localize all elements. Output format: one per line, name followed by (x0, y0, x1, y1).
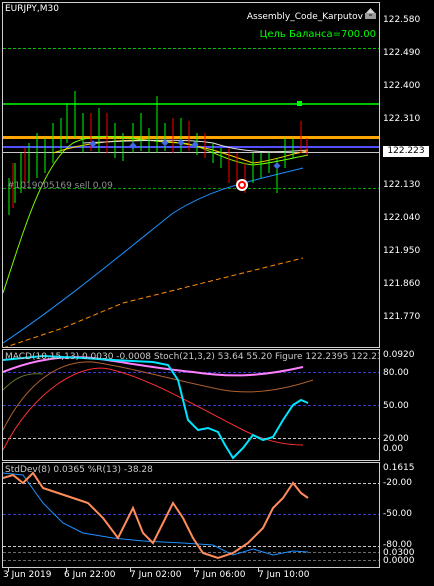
price-axis-label: 122.310 (383, 114, 421, 124)
macd-axis-label: 0.0920 (383, 350, 415, 360)
ea-hat-icon (364, 5, 377, 19)
stddev-axis-label: 0.0000 (383, 556, 415, 566)
macd-axis-label: 50.00 (383, 401, 409, 411)
ma-slow-orange-dashed (4, 257, 304, 347)
macd-axis-label: 80.00 (383, 368, 409, 378)
time-axis-label: 3 Jun 2019 (3, 570, 52, 580)
green-square-marker (297, 101, 302, 106)
time-axis-label: 7 Jun 06:00 (194, 570, 246, 580)
price-axis-label: 122.580 (383, 15, 421, 25)
balance-target-label: Цель Баланса=700.00 (259, 29, 376, 40)
macd-panel-label: MACD(10,15,13) 0.0030 -0.0008 Stoch(21,3… (5, 352, 380, 362)
price-axis-label: 121.950 (383, 246, 421, 256)
stddev-blue-line (3, 472, 309, 556)
ea-name-label: Assembly_Code_Karputov (246, 12, 363, 22)
stddev-wpr-svg (3, 471, 309, 560)
stddev-axis-label: 0.1615 (383, 463, 415, 473)
order-label[interactable]: #1019005169 sell 0.09 (7, 181, 113, 192)
current-price-badge: 122.223 (383, 146, 429, 157)
ma-fast-green (3, 135, 309, 294)
stddev-axis-label: -50.00 (383, 509, 413, 519)
stddev-axis-label: -20.00 (383, 478, 413, 488)
macd-brown-line (3, 361, 314, 431)
price-axis-label: 122.400 (383, 81, 421, 91)
stoch-main-line (3, 354, 309, 460)
main-chart-panel[interactable]: EURJPY,M30 Assembly_Code_Karputov Цель Б… (2, 2, 380, 348)
price-axis-label: 122.130 (383, 180, 421, 190)
price-series-svg (3, 91, 309, 347)
wpr-orange-line (3, 471, 309, 560)
macd-axis-label: 0.00 (383, 444, 404, 454)
candles-green (8, 91, 294, 215)
stddev-panel-label: StdDev(8) 0.0365 %R(13) -38.28 (5, 465, 153, 475)
time-axis-label: 7 Jun 02:00 (130, 570, 182, 580)
price-axis-label: 121.860 (383, 279, 421, 289)
macd-stoch-panel[interactable]: MACD(10,15,13) 0.0030 -0.0008 Stoch(21,3… (2, 349, 380, 461)
price-axis-label: 121.770 (383, 312, 421, 322)
price-axis-label: 122.490 (383, 48, 421, 58)
time-axis-label: 7 Jun 10:00 (258, 570, 310, 580)
time-axis-label: 6 Jun 22:00 (64, 570, 116, 580)
candles-red (12, 113, 308, 208)
price-axis-label: 122.040 (383, 213, 421, 223)
order-marker-icon (236, 179, 248, 191)
symbol-timeframe-label: EURJPY,M30 (5, 4, 59, 14)
stddev-wpr-panel[interactable]: StdDev(8) 0.0365 %R(13) -38.28 (2, 462, 380, 568)
macd-olive-line (3, 373, 44, 391)
ma-slow-cyan (3, 167, 304, 344)
macd-stoch-svg (3, 354, 314, 460)
